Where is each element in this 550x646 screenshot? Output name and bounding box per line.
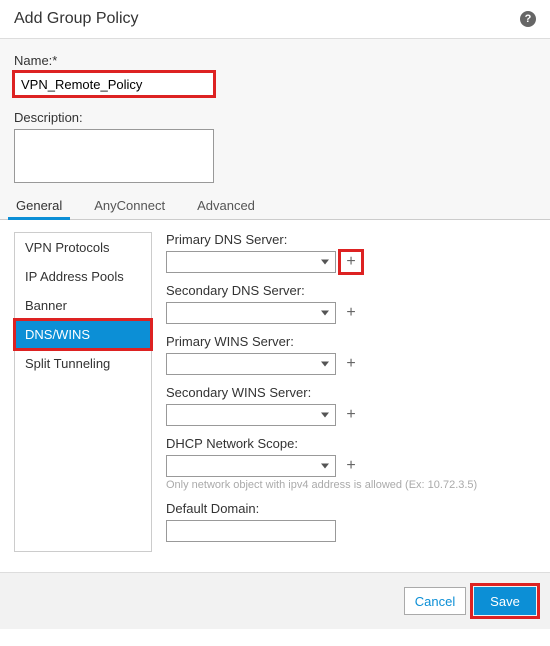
tab-anyconnect[interactable]: AnyConnect	[92, 190, 167, 219]
dhcp-scope-label: DHCP Network Scope:	[166, 436, 536, 451]
primary-dns-dropdown[interactable]	[166, 251, 336, 273]
description-input[interactable]	[14, 129, 214, 183]
dhcp-scope-dropdown[interactable]	[166, 455, 336, 477]
save-button[interactable]: Save	[474, 587, 536, 615]
secondary-dns-dropdown[interactable]	[166, 302, 336, 324]
dhcp-scope-hint: Only network object with ipv4 address is…	[166, 479, 536, 491]
dialog-footer: Cancel Save	[0, 572, 550, 629]
description-field: Description:	[14, 110, 536, 186]
side-nav: VPN Protocols IP Address Pools Banner DN…	[14, 232, 152, 552]
dhcp-scope-add-icon[interactable]: +	[342, 457, 360, 475]
cancel-button[interactable]: Cancel	[404, 587, 466, 615]
secondary-dns-row: Secondary DNS Server: +	[166, 283, 536, 324]
default-domain-row: Default Domain:	[166, 501, 536, 542]
sidebar-item-split-tunneling[interactable]: Split Tunneling	[15, 349, 151, 378]
primary-dns-add-icon[interactable]: +	[342, 253, 360, 271]
top-form-area: Name:* Description:	[0, 39, 550, 190]
dhcp-scope-row: DHCP Network Scope: + Only network objec…	[166, 436, 536, 491]
tab-bar: General AnyConnect Advanced	[0, 190, 550, 220]
default-domain-label: Default Domain:	[166, 501, 536, 516]
primary-dns-row: Primary DNS Server: +	[166, 232, 536, 273]
dialog-header: Add Group Policy ?	[0, 0, 550, 39]
dialog-title: Add Group Policy	[14, 10, 139, 28]
tab-advanced[interactable]: Advanced	[195, 190, 257, 219]
primary-wins-row: Primary WINS Server: +	[166, 334, 536, 375]
sidebar-item-ip-address-pools[interactable]: IP Address Pools	[15, 262, 151, 291]
secondary-wins-label: Secondary WINS Server:	[166, 385, 536, 400]
name-field: Name:*	[14, 53, 536, 96]
description-label: Description:	[14, 110, 536, 125]
settings-panel: VPN Protocols IP Address Pools Banner DN…	[0, 220, 550, 572]
sidebar-item-vpn-protocols[interactable]: VPN Protocols	[15, 233, 151, 262]
primary-wins-label: Primary WINS Server:	[166, 334, 536, 349]
tab-general[interactable]: General	[14, 190, 64, 219]
dns-wins-settings: Primary DNS Server: + Secondary DNS Serv…	[166, 232, 536, 552]
secondary-wins-add-icon[interactable]: +	[342, 406, 360, 424]
primary-wins-dropdown[interactable]	[166, 353, 336, 375]
primary-dns-label: Primary DNS Server:	[166, 232, 536, 247]
name-label: Name:*	[14, 53, 536, 68]
sidebar-item-banner[interactable]: Banner	[15, 291, 151, 320]
secondary-dns-add-icon[interactable]: +	[342, 304, 360, 322]
sidebar-item-dns-wins[interactable]: DNS/WINS	[15, 320, 151, 349]
help-icon[interactable]: ?	[520, 11, 536, 27]
secondary-wins-dropdown[interactable]	[166, 404, 336, 426]
secondary-wins-row: Secondary WINS Server: +	[166, 385, 536, 426]
primary-wins-add-icon[interactable]: +	[342, 355, 360, 373]
name-input[interactable]	[14, 72, 214, 96]
default-domain-input[interactable]	[166, 520, 336, 542]
secondary-dns-label: Secondary DNS Server:	[166, 283, 536, 298]
